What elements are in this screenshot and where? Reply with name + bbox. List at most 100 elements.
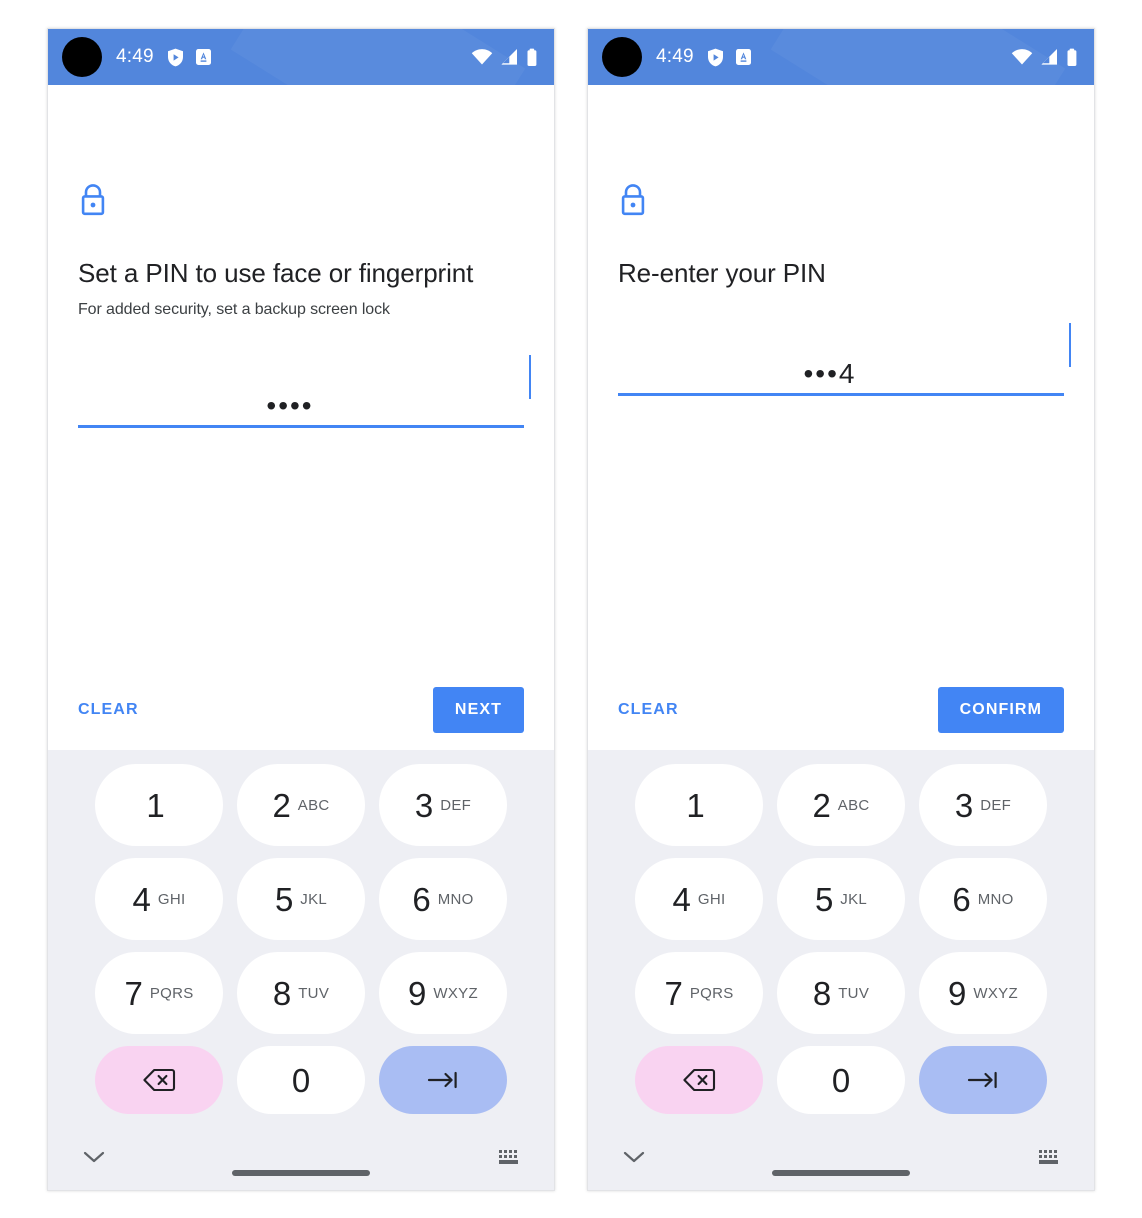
next-button[interactable]: NEXT	[432, 687, 524, 733]
navigation-bar	[48, 1124, 554, 1190]
key-letters: MNO	[977, 890, 1014, 908]
backspace-key[interactable]	[95, 1046, 223, 1114]
confirm-button[interactable]: CONFIRM	[937, 687, 1064, 733]
status-time: 4:49	[656, 46, 694, 67]
key-4[interactable]: 4 GHI	[635, 858, 763, 940]
status-bar: 4:49	[588, 29, 1094, 85]
hide-keyboard-button[interactable]	[74, 1150, 114, 1164]
key-digit: 2	[272, 786, 291, 824]
key-3[interactable]: 3 DEF	[919, 764, 1047, 846]
key-letters: GHI	[157, 890, 186, 908]
hide-keyboard-chevron-down-icon	[623, 1151, 645, 1163]
hide-keyboard-button[interactable]	[614, 1150, 654, 1164]
key-6[interactable]: 6 MNO	[919, 858, 1047, 940]
key-digit: 7	[664, 974, 683, 1012]
cellular-signal-icon	[1041, 49, 1057, 65]
wifi-icon	[471, 49, 493, 65]
clear-button[interactable]: CLEAR	[618, 701, 679, 719]
keypad-row: 0	[64, 1046, 538, 1114]
key-digit: 3	[954, 786, 974, 824]
numeric-keypad: 1 2 ABC 3 DEF 4 GHI 5 JKL 6 MNO 7 PQRS 8…	[588, 750, 1094, 1124]
clear-button[interactable]: CLEAR	[78, 701, 139, 719]
key-letters: MNO	[437, 890, 474, 908]
key-3[interactable]: 3 DEF	[379, 764, 507, 846]
key-8[interactable]: 8 TUV	[237, 952, 365, 1034]
key-9[interactable]: 9 WXYZ	[919, 952, 1047, 1034]
key-0[interactable]: 0	[777, 1046, 905, 1114]
action-row: CLEAR CONFIRM	[618, 684, 1064, 750]
key-2[interactable]: 2 ABC	[777, 764, 905, 846]
key-1[interactable]: 1	[635, 764, 763, 846]
enter-key[interactable]	[379, 1046, 507, 1114]
key-digit: 2	[812, 786, 831, 824]
key-4[interactable]: 4 GHI	[95, 858, 223, 940]
key-digit: 1	[686, 786, 705, 824]
pin-input-value: ••••	[266, 390, 314, 421]
key-6[interactable]: 6 MNO	[379, 858, 507, 940]
front-camera-cutout	[602, 37, 642, 77]
wifi-icon	[1011, 49, 1033, 65]
app-notification-icon	[735, 49, 751, 65]
screen-content: Re-enter your PIN •••4 CLEAR CONFIRM	[588, 85, 1094, 750]
key-1[interactable]: 1	[95, 764, 223, 846]
action-row: CLEAR NEXT	[78, 684, 524, 750]
gesture-home-bar[interactable]	[772, 1170, 910, 1176]
play-protect-shield-icon	[707, 48, 723, 66]
hide-keyboard-chevron-down-icon	[83, 1151, 105, 1163]
battery-icon	[527, 48, 537, 66]
backspace-icon	[143, 1068, 176, 1092]
key-letters: ABC	[837, 796, 870, 814]
pin-input-field[interactable]: ••••	[78, 355, 531, 428]
key-letters: PQRS	[689, 984, 734, 1002]
key-digit: 3	[414, 786, 434, 824]
lock-icon-wrap	[618, 183, 1064, 217]
status-right-icons	[471, 48, 538, 67]
lock-icon	[81, 184, 105, 216]
page-subtitle: For added security, set a backup screen …	[78, 301, 390, 318]
app-notification-icon	[195, 49, 211, 65]
key-digit: 5	[814, 880, 834, 918]
enter-tab-arrow-icon	[427, 1071, 457, 1089]
switch-keyboard-button[interactable]	[1028, 1150, 1068, 1164]
key-9[interactable]: 9 WXYZ	[379, 952, 507, 1034]
switch-keyboard-icon	[499, 1150, 517, 1158]
key-digit: 5	[274, 880, 294, 918]
keypad-row: 4 GHI 5 JKL 6 MNO	[64, 858, 538, 940]
switch-keyboard-button[interactable]	[488, 1150, 528, 1164]
enter-tab-arrow-icon	[967, 1071, 997, 1089]
key-letters: JKL	[840, 890, 868, 908]
key-digit: 9	[948, 974, 967, 1012]
battery-icon	[1067, 48, 1077, 66]
key-7[interactable]: 7 PQRS	[95, 952, 223, 1034]
status-right-icons	[1011, 48, 1078, 67]
key-digit: 4	[672, 880, 691, 918]
switch-keyboard-icon-bar	[498, 1160, 518, 1164]
status-bar: 4:49	[48, 29, 554, 85]
key-5[interactable]: 5 JKL	[777, 858, 905, 940]
key-2[interactable]: 2 ABC	[237, 764, 365, 846]
key-letters: WXYZ	[433, 984, 478, 1002]
key-5[interactable]: 5 JKL	[237, 858, 365, 940]
backspace-key[interactable]	[635, 1046, 763, 1114]
enter-key[interactable]	[919, 1046, 1047, 1114]
key-letters: ABC	[297, 796, 330, 814]
keypad-row: 7 PQRS 8 TUV 9 WXYZ	[604, 952, 1078, 1034]
gesture-home-bar[interactable]	[232, 1170, 370, 1176]
status-left-icons	[707, 48, 752, 67]
text-caret	[1069, 323, 1071, 367]
cellular-signal-icon	[501, 49, 517, 65]
pin-input-field[interactable]: •••4	[618, 323, 1071, 396]
key-0[interactable]: 0	[237, 1046, 365, 1114]
play-protect-shield-icon	[167, 48, 183, 66]
lock-icon-wrap	[78, 183, 524, 217]
keypad-row: 1 2 ABC 3 DEF	[604, 764, 1078, 846]
page-title: Set a PIN to use face or fingerprint	[78, 258, 474, 288]
key-digit: 8	[812, 974, 832, 1012]
front-camera-cutout	[62, 37, 102, 77]
key-7[interactable]: 7 PQRS	[635, 952, 763, 1034]
key-letters: DEF	[440, 796, 472, 814]
key-8[interactable]: 8 TUV	[777, 952, 905, 1034]
key-digit: 6	[952, 880, 971, 918]
